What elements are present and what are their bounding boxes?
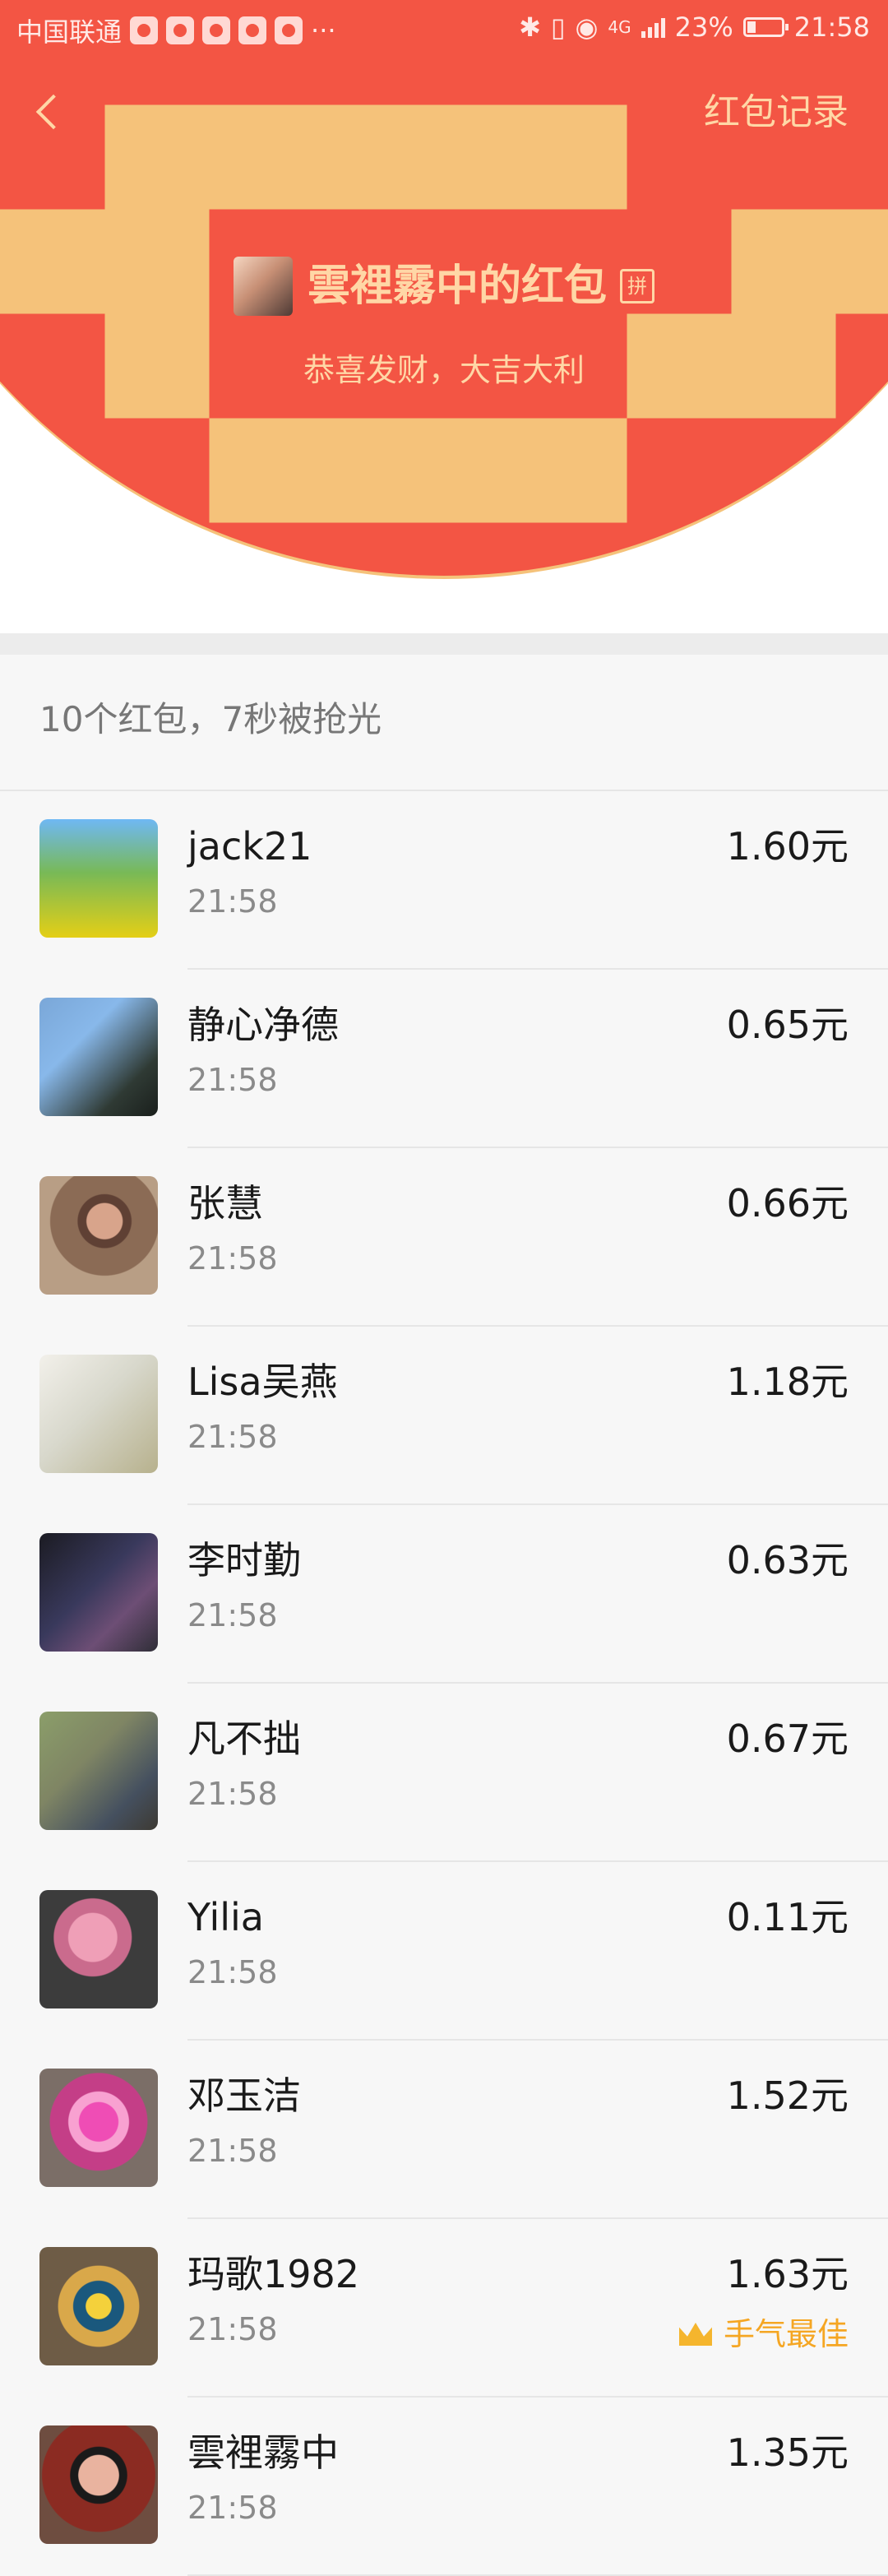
greeting-text: 恭喜发财，大吉大利 [303, 352, 585, 388]
network-type: 4G [608, 17, 631, 37]
carrier-label: 中国联通 [16, 16, 123, 48]
recipient-name: jack21 [187, 824, 312, 869]
avatar[interactable] [39, 2425, 158, 2544]
avatar[interactable] [39, 2069, 158, 2187]
signal-icon [641, 16, 665, 38]
receive-time: 21:58 [187, 1954, 278, 1990]
amount: 1.35元 [726, 2430, 849, 2475]
recipient-name: 李时勤 [187, 1538, 301, 1582]
avatar[interactable] [39, 1355, 158, 1473]
best-luck-label: 手气最佳 [723, 2316, 849, 2352]
sender-avatar [233, 257, 293, 316]
receive-time: 21:58 [187, 1776, 278, 1812]
recipient-name: 张慧 [187, 1181, 263, 1225]
amount: 0.63元 [726, 1538, 849, 1582]
avatar[interactable] [39, 1176, 158, 1295]
amount: 1.18元 [726, 1360, 849, 1404]
recipient-row[interactable]: Yilia 21:58 0.11元 [0, 1862, 888, 2041]
section-divider [0, 633, 888, 655]
recipient-name: 邓玉洁 [187, 2073, 301, 2118]
recipient-name: Yilia [187, 1895, 264, 1939]
recipient-name: 雲裡霧中 [187, 2430, 339, 2475]
app-notification-icon [166, 16, 195, 44]
bluetooth-icon: ✱ [519, 12, 541, 43]
app-notification-icon [202, 16, 231, 44]
status-left: 中国联通 ··· [16, 12, 336, 49]
battery-percent: 23% [674, 12, 733, 43]
more-notifications-icon: ··· [311, 15, 336, 46]
receive-time: 21:58 [187, 1062, 278, 1098]
sender-title: 雲裡霧中的红包 [307, 262, 607, 311]
recipient-row[interactable]: 李时勤 21:58 0.63元 [0, 1505, 888, 1684]
receive-time: 21:58 [187, 1419, 278, 1455]
back-button[interactable] [25, 86, 74, 136]
recipient-row[interactable]: jack21 21:58 1.60元 [0, 791, 888, 970]
battery-icon [742, 17, 789, 37]
receive-time: 21:58 [187, 1240, 278, 1276]
amount: 0.66元 [726, 1181, 849, 1225]
best-luck-badge: 手气最佳 [678, 2316, 849, 2352]
recipient-name: 静心净德 [187, 1003, 339, 1047]
recipient-name: 玛歌1982 [187, 2252, 360, 2296]
amount: 0.11元 [726, 1895, 849, 1939]
avatar[interactable] [39, 819, 158, 938]
status-bar: 中国联通 ··· ✱ ▯ ◉ 4G 23% 21:58 [0, 0, 888, 59]
recipient-row[interactable]: 凡不拙 21:58 0.67元 [0, 1684, 888, 1862]
pin-badge: 拼 [620, 269, 654, 303]
sender-row: 雲裡霧中的红包 拼 [0, 257, 888, 316]
receive-time: 21:58 [187, 2311, 278, 2347]
recipient-row[interactable]: 静心净德 21:58 0.65元 [0, 970, 888, 1148]
amount: 0.65元 [726, 1003, 849, 1047]
eye-icon: ◉ [575, 12, 599, 43]
recipient-row[interactable]: 玛歌1982 21:58 1.63元 手气最佳 [0, 2219, 888, 2398]
app-notification-icon [130, 16, 159, 44]
app-notification-icon [238, 16, 267, 44]
status-right: ✱ ▯ ◉ 4G 23% 21:58 [519, 12, 870, 43]
vibrate-icon: ▯ [550, 12, 566, 43]
receive-time: 21:58 [187, 2490, 278, 2526]
recipient-row[interactable]: 雲裡霧中 21:58 1.35元 [0, 2398, 888, 2576]
crown-icon [678, 2323, 712, 2346]
amount: 0.67元 [726, 1717, 849, 1761]
amount: 1.63元 [726, 2252, 849, 2296]
avatar[interactable] [39, 1533, 158, 1652]
receive-time: 21:58 [187, 1597, 278, 1633]
app-notification-icon [275, 16, 303, 44]
red-packet-record-link[interactable]: 红包记录 [704, 92, 849, 133]
amount: 1.52元 [726, 2073, 849, 2118]
avatar[interactable] [39, 1890, 158, 2008]
avatar[interactable] [39, 2247, 158, 2365]
red-packet-summary: 10个红包，7秒被抢光 [39, 699, 382, 739]
avatar[interactable] [39, 1712, 158, 1830]
amount: 1.60元 [726, 824, 849, 869]
receive-time: 21:58 [187, 2133, 278, 2169]
clock: 21:58 [793, 12, 870, 43]
recipient-row[interactable]: 张慧 21:58 0.66元 [0, 1148, 888, 1327]
recipient-row[interactable]: 邓玉洁 21:58 1.52元 [0, 2041, 888, 2219]
receive-time: 21:58 [187, 883, 278, 920]
red-packet-header: 中国联通 ··· ✱ ▯ ◉ 4G 23% 21:58 红包记录 雲裡霧中的红包… [0, 0, 888, 633]
recipient-list: jack21 21:58 1.60元 静心净德 21:58 0.65元 张慧 2… [0, 791, 888, 2576]
recipient-name: 凡不拙 [187, 1717, 301, 1761]
recipient-row[interactable]: Lisa吴燕 21:58 1.18元 [0, 1327, 888, 1505]
avatar[interactable] [39, 998, 158, 1116]
recipient-name: Lisa吴燕 [187, 1360, 338, 1404]
